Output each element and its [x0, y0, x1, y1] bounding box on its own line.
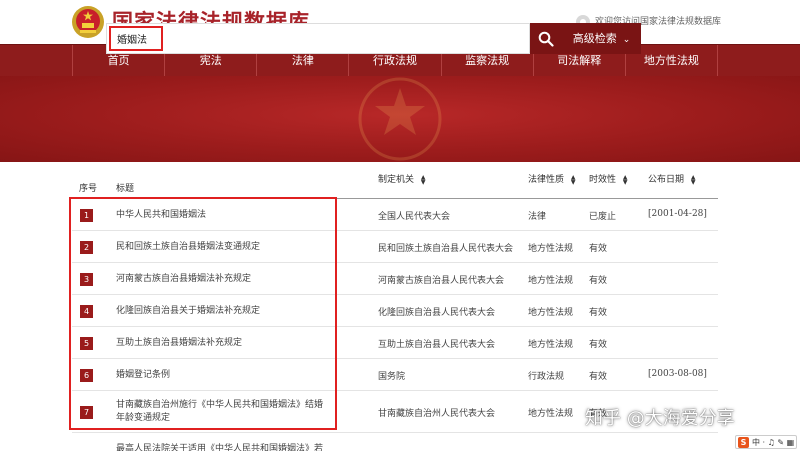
row-nature: 行政法规 — [528, 372, 565, 382]
watermark-text: 知乎 @大海爱分享 — [585, 408, 735, 429]
row-title-link[interactable]: 最高人民法院关于适用《中华人民共和国婚姻法》若干问 — [116, 443, 326, 451]
row-title-link[interactable]: 民和回族土族自治县婚姻法变通规定 — [116, 241, 326, 254]
row-date: [2003-08-08] — [648, 369, 707, 379]
row-nature: 地方性法规 — [528, 308, 574, 318]
column-header-date-label: 公布日期 — [648, 175, 685, 185]
row-index-badge: 3 — [80, 273, 93, 286]
search-banner — [0, 76, 800, 162]
sort-arrows-icon[interactable]: ▲ ▼ — [571, 174, 576, 185]
table-row[interactable]: 最高人民法院关于适用《中华人民共和国婚姻法》若干问 — [72, 433, 718, 451]
column-header-nature-label: 法律性质 — [528, 175, 565, 185]
column-header-index: 序号 — [79, 184, 98, 194]
row-title-link[interactable]: 中华人民共和国婚姻法 — [116, 209, 326, 222]
column-header-validity[interactable]: 时效性 ▲ ▼ — [589, 172, 628, 185]
row-authority: 甘南藏族自治州人民代表大会 — [378, 409, 496, 419]
row-nature: 地方性法规 — [528, 276, 574, 286]
row-authority: 全国人民代表大会 — [378, 212, 451, 222]
emblem-watermark-icon — [358, 77, 442, 161]
row-authority: 互助土族自治县人民代表大会 — [378, 340, 496, 350]
row-nature: 地方性法规 — [528, 340, 574, 350]
row-authority: 化隆回族自治县人民代表大会 — [378, 308, 496, 318]
row-title-link[interactable]: 甘南藏族自治州施行《中华人民共和国婚姻法》结婚年龄变通规定 — [116, 399, 326, 425]
row-nature: 地方性法规 — [528, 244, 574, 254]
row-authority: 河南蒙古族自治县人民代表大会 — [378, 276, 505, 286]
row-date: [2001-04-28] — [648, 209, 707, 219]
row-title-link[interactable]: 婚姻登记条例 — [116, 369, 326, 382]
row-index-badge: 4 — [80, 305, 93, 318]
row-nature: 法律 — [528, 212, 547, 222]
row-validity: 有效 — [589, 372, 608, 382]
column-header-nature[interactable]: 法律性质 ▲ ▼ — [528, 172, 576, 185]
search-help-link[interactable]: 检索说明 — [647, 30, 691, 46]
column-header-title: 标题 — [116, 184, 135, 194]
sort-arrows-icon[interactable]: ▲ ▼ — [421, 174, 426, 185]
table-row[interactable]: 6 婚姻登记条例 国务院 行政法规 有效 [2003-08-08] — [72, 359, 718, 391]
sort-arrows-icon[interactable]: ▲ ▼ — [623, 174, 628, 185]
search-icon — [538, 31, 554, 47]
column-header-authority-label: 制定机关 — [378, 175, 415, 185]
national-emblem-icon — [72, 6, 104, 38]
table-row[interactable]: 1 中华人民共和国婚姻法 全国人民代表大会 法律 已废止 [2001-04-28… — [72, 199, 718, 231]
ime-status-icons[interactable]: 中 · ♫ ✎ ▦ — [752, 437, 794, 448]
row-index-badge: 2 — [80, 241, 93, 254]
sort-arrows-icon[interactable]: ▲ ▼ — [691, 174, 696, 185]
results-table-header: 序号 标题 制定机关 ▲ ▼ 法律性质 ▲ ▼ 时效性 ▲ ▼ 公布日期 ▲ ▼ — [72, 162, 718, 198]
row-validity: 已废止 — [589, 212, 617, 222]
row-validity: 有效 — [589, 308, 608, 318]
advanced-search-label: 高级检索 — [572, 32, 617, 45]
table-row[interactable]: 5 互助土族自治县婚姻法补充规定 互助土族自治县人民代表大会 地方性法规 有效 — [72, 327, 718, 359]
row-title-link[interactable]: 河南蒙古族自治县婚姻法补充规定 — [116, 273, 326, 286]
row-title-link[interactable]: 互助土族自治县婚姻法补充规定 — [116, 337, 326, 350]
column-header-validity-label: 时效性 — [589, 175, 617, 185]
row-index-badge: 5 — [80, 337, 93, 350]
row-title-link[interactable]: 化隆回族自治县关于婚姻法补充规定 — [116, 305, 326, 318]
table-row[interactable]: 3 河南蒙古族自治县婚姻法补充规定 河南蒙古族自治县人民代表大会 地方性法规 有… — [72, 263, 718, 295]
row-validity: 有效 — [589, 276, 608, 286]
search-input[interactable] — [109, 26, 163, 51]
row-index-badge: 7 — [80, 406, 93, 419]
chevron-down-icon: ⌄ — [622, 35, 631, 45]
column-header-date[interactable]: 公布日期 ▲ ▼ — [648, 172, 696, 185]
row-validity: 有效 — [589, 340, 608, 350]
row-authority: 国务院 — [378, 372, 406, 382]
table-row[interactable]: 2 民和回族土族自治县婚姻法变通规定 民和回族土族自治县人民代表大会 地方性法规… — [72, 231, 718, 263]
column-header-authority[interactable]: 制定机关 ▲ ▼ — [378, 172, 426, 185]
table-row[interactable]: 4 化隆回族自治县关于婚姻法补充规定 化隆回族自治县人民代表大会 地方性法规 有… — [72, 295, 718, 327]
search-button[interactable] — [530, 23, 562, 54]
ime-logo-icon[interactable]: S — [738, 436, 749, 448]
row-nature: 地方性法规 — [528, 409, 574, 419]
row-index-badge: 1 — [80, 209, 93, 222]
ime-toolbar[interactable]: S 中 · ♫ ✎ ▦ — [735, 435, 797, 449]
row-authority: 民和回族土族自治县人民代表大会 — [378, 244, 514, 254]
advanced-search-dropdown[interactable]: 高级检索 ⌄ — [562, 23, 641, 54]
row-validity: 有效 — [589, 244, 608, 254]
row-index-badge: 6 — [80, 369, 93, 382]
search-box[interactable] — [106, 23, 530, 54]
